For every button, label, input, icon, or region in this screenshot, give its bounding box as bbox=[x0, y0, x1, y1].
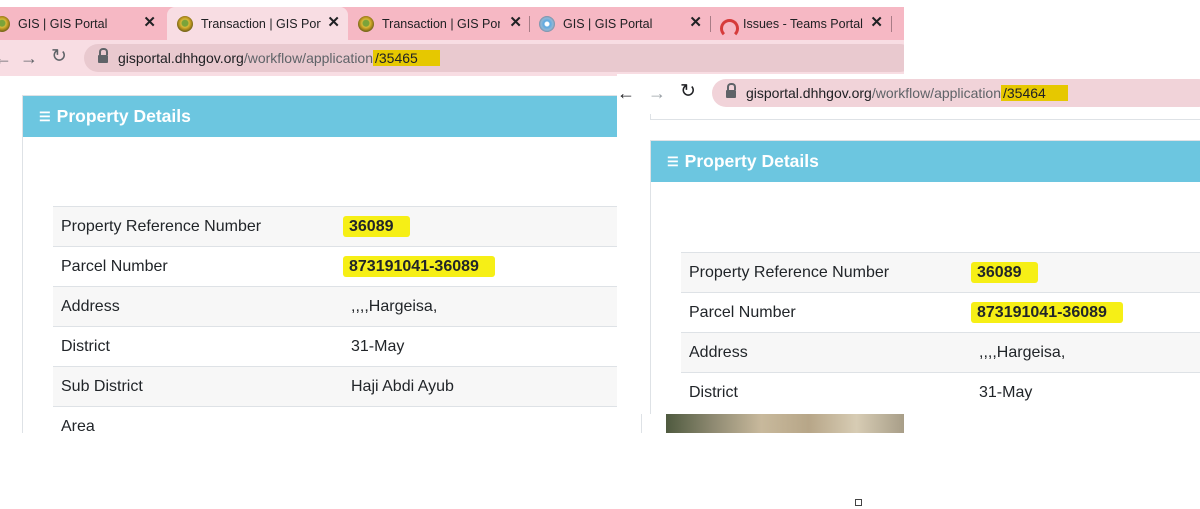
list-icon: ☰ bbox=[39, 108, 51, 124]
row-label: Sub District bbox=[53, 366, 335, 407]
list-icon: ☰ bbox=[667, 153, 679, 169]
row-label: Parcel Number bbox=[53, 246, 335, 287]
table-row: District 31-May bbox=[53, 326, 653, 367]
address-value: ,,,,Hargeisa, bbox=[963, 332, 1200, 373]
url-path: /workflow/application bbox=[243, 50, 373, 66]
tab-gis-portal-1[interactable]: GIS | GIS Portal ✕ bbox=[0, 7, 164, 40]
forward-arrow-icon[interactable]: → bbox=[20, 49, 38, 67]
tab-label: Issues - Teams Portal bbox=[743, 16, 863, 31]
tab-label: Transaction | GIS Portal bbox=[382, 16, 500, 31]
address-toolbar: ← → ↻ gisportal.dhhgov.org/workflow/appl… bbox=[0, 40, 904, 76]
row-label: Address bbox=[53, 286, 335, 327]
row-label: Property Reference Number bbox=[681, 252, 963, 293]
table-row: Parcel Number 873191041-36089 bbox=[681, 292, 1200, 333]
card-edge bbox=[650, 114, 1200, 120]
url-application-id: /35465 bbox=[373, 50, 440, 66]
tab-strip: GIS | GIS Portal ✕ Transaction | GIS Por… bbox=[0, 7, 904, 40]
address-toolbar: ← → ↻ gisportal.dhhgov.org/workflow/appl… bbox=[617, 74, 1200, 112]
tab-gis-portal-2[interactable]: GIS | GIS Portal ✕ bbox=[530, 7, 710, 40]
property-table: Property Reference Number 36089 Parcel N… bbox=[681, 252, 1200, 413]
table-row: Property Reference Number 36089 bbox=[53, 206, 653, 247]
reload-icon[interactable]: ↻ bbox=[51, 47, 67, 66]
card-title: Property Details bbox=[56, 106, 191, 126]
lock-icon bbox=[726, 83, 736, 99]
close-icon[interactable]: ✕ bbox=[509, 15, 522, 31]
table-row: Parcel Number 873191041-36089 bbox=[53, 246, 653, 287]
seal-icon bbox=[177, 15, 193, 32]
table-row: Address ,,,,Hargeisa, bbox=[53, 286, 653, 327]
tab-label: GIS | GIS Portal bbox=[563, 16, 653, 31]
small-square-icon bbox=[855, 499, 862, 506]
seal-icon bbox=[0, 15, 10, 32]
back-arrow-icon[interactable]: ← bbox=[617, 84, 635, 102]
tab-issues-teams[interactable]: Issues - Teams Portal ✕ bbox=[711, 7, 891, 40]
url-host: gisportal.dhhgov.org bbox=[746, 85, 872, 101]
forward-arrow-icon[interactable]: → bbox=[648, 84, 666, 102]
card-header: ☰ Property Details bbox=[651, 141, 1200, 182]
row-label: District bbox=[53, 326, 335, 367]
row-label: Address bbox=[681, 332, 963, 373]
card-title: Property Details bbox=[684, 151, 819, 171]
row-label: Property Reference Number bbox=[53, 206, 335, 247]
right-browser-window: ← → ↻ gisportal.dhhgov.org/workflow/appl… bbox=[617, 74, 1200, 414]
url-path: /workflow/application bbox=[871, 85, 1001, 101]
globe-icon bbox=[539, 15, 555, 32]
close-icon[interactable]: ✕ bbox=[689, 15, 702, 31]
property-table: Property Reference Number 36089 Parcel N… bbox=[53, 206, 653, 433]
map-thumbnail bbox=[666, 414, 904, 433]
tab-transaction-2[interactable]: Transaction | GIS Portal ✕ bbox=[350, 7, 530, 40]
table-row: Area bbox=[53, 406, 653, 433]
row-label: District bbox=[681, 372, 963, 413]
property-reference-value: 36089 bbox=[971, 261, 1038, 283]
close-icon[interactable]: ✕ bbox=[327, 15, 340, 31]
table-row: Sub District Haji Abdi Ayub bbox=[53, 366, 653, 407]
parcel-number-value: 873191041-36089 bbox=[343, 255, 495, 277]
url-host: gisportal.dhhgov.org bbox=[118, 50, 244, 66]
tab-separator bbox=[891, 16, 892, 32]
tab-label: GIS | GIS Portal bbox=[18, 16, 108, 31]
teams-icon bbox=[719, 16, 739, 38]
address-value: ,,,,Hargeisa, bbox=[335, 286, 653, 327]
close-icon[interactable]: ✕ bbox=[143, 15, 156, 31]
close-icon[interactable]: ✕ bbox=[870, 15, 883, 31]
district-value: 31-May bbox=[963, 372, 1200, 413]
tab-transaction-active[interactable]: Transaction | GIS Portal ✕ bbox=[167, 7, 348, 40]
row-label: Parcel Number bbox=[681, 292, 963, 333]
lock-icon bbox=[98, 48, 108, 64]
back-arrow-icon[interactable]: ← bbox=[0, 49, 12, 67]
table-row: Address ,,,,Hargeisa, bbox=[681, 332, 1200, 373]
url-application-id: /35464 bbox=[1001, 85, 1068, 101]
parcel-number-value: 873191041-36089 bbox=[971, 301, 1123, 323]
area-value bbox=[335, 406, 653, 433]
tab-label: Transaction | GIS Portal bbox=[201, 16, 321, 31]
district-value: 31-May bbox=[335, 326, 653, 367]
table-row: District 31-May bbox=[681, 372, 1200, 413]
sub-district-value: Haji Abdi Ayub bbox=[335, 366, 653, 407]
url-bar[interactable]: gisportal.dhhgov.org/workflow/applicatio… bbox=[84, 44, 904, 72]
property-reference-value: 36089 bbox=[343, 215, 410, 237]
reload-icon[interactable]: ↻ bbox=[680, 82, 696, 101]
row-label: Area bbox=[53, 406, 335, 433]
table-row: Property Reference Number 36089 bbox=[681, 252, 1200, 293]
url-bar[interactable]: gisportal.dhhgov.org/workflow/applicatio… bbox=[712, 79, 1200, 107]
seal-icon bbox=[358, 15, 374, 32]
card-header: ☰ Property Details bbox=[23, 96, 641, 137]
